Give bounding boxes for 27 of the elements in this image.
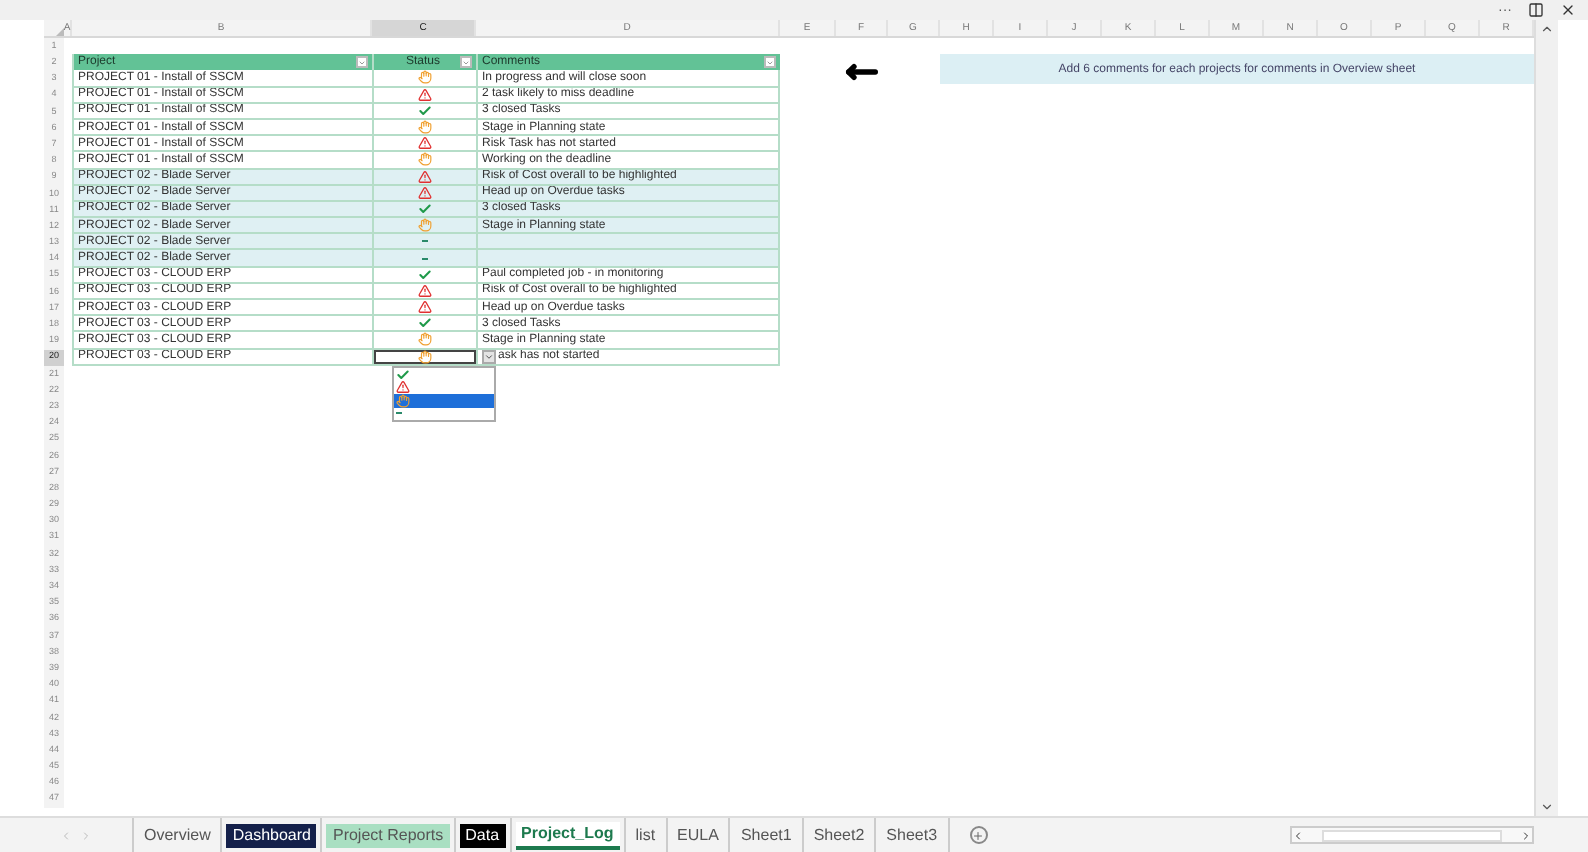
horizontal-scrollbar[interactable]: [1290, 826, 1534, 844]
sheet-tab[interactable]: Sheet3: [880, 823, 944, 847]
scroll-right-icon[interactable]: [1520, 829, 1532, 841]
add-sheet-button[interactable]: [969, 826, 988, 844]
sheet-tab[interactable]: Overview: [138, 823, 217, 847]
vertical-scrollbar[interactable]: [1534, 20, 1558, 816]
dropdown-option[interactable]: [394, 394, 494, 407]
scroll-up-icon[interactable]: [1540, 22, 1554, 36]
sheet-tab[interactable]: Project Reports: [326, 823, 450, 847]
filter-button[interactable]: [356, 56, 368, 69]
active-cell-border[interactable]: [374, 349, 476, 364]
scroll-thumb[interactable]: [1322, 829, 1502, 841]
sheet-tab[interactable]: Data: [459, 823, 506, 847]
close-icon[interactable]: [1560, 2, 1576, 18]
caret-icon: [484, 351, 494, 362]
sheet-tab[interactable]: Sheet1: [734, 823, 798, 847]
scroll-left-icon[interactable]: [1292, 829, 1304, 841]
sheet-tab[interactable]: Sheet2: [807, 823, 871, 847]
restore-icon[interactable]: [1528, 2, 1544, 18]
sheet-tab[interactable]: list: [629, 823, 662, 847]
sheet-tab[interactable]: Project_Log: [515, 821, 620, 849]
scroll-down-icon[interactable]: [1540, 800, 1554, 814]
filter-button[interactable]: [460, 56, 472, 69]
sheet-tab[interactable]: Dashboard: [226, 823, 317, 847]
sheet-tab[interactable]: EULA: [671, 823, 725, 847]
filter-button[interactable]: [764, 56, 776, 69]
plus-icon: [972, 829, 985, 841]
